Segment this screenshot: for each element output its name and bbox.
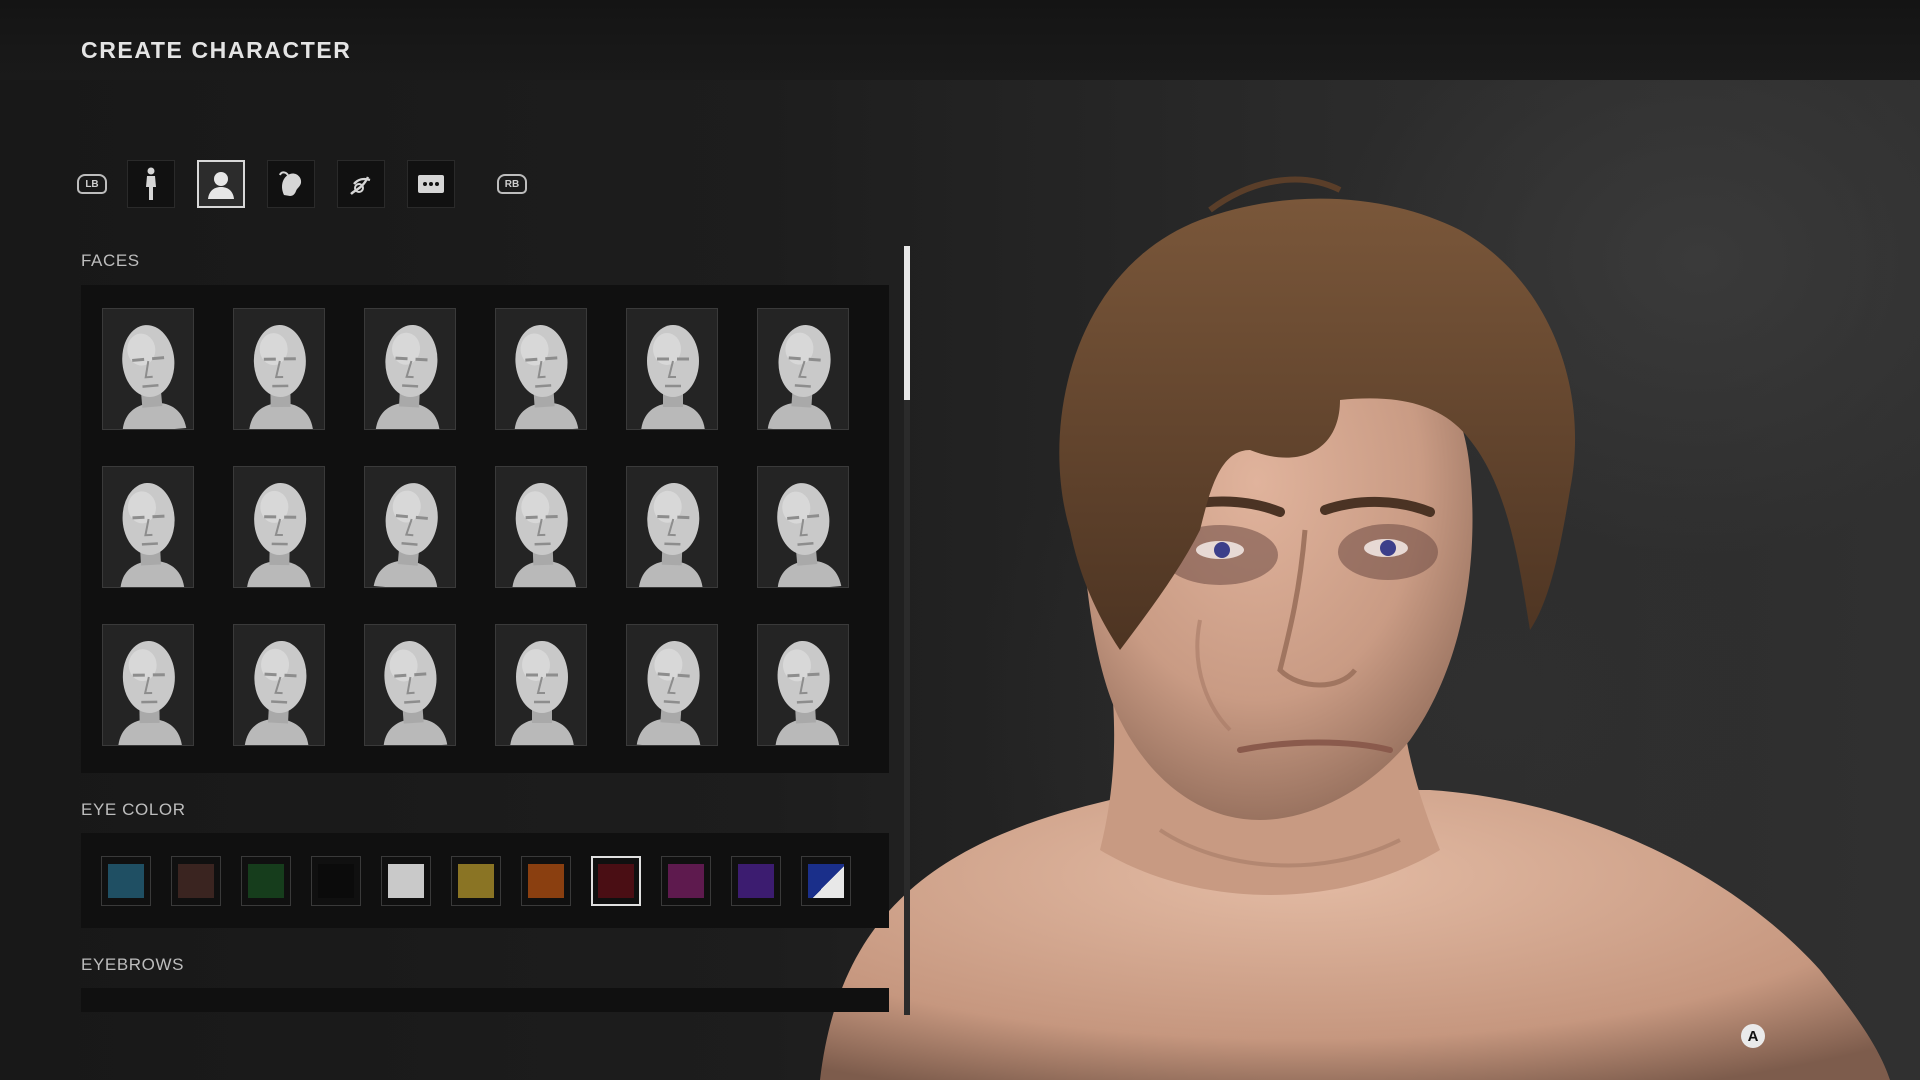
swatch-color — [738, 864, 774, 898]
lb-bumper-button[interactable]: LB — [77, 174, 107, 194]
face-grid — [102, 308, 849, 746]
category-tabs: LB RB — [77, 158, 527, 210]
faces-label: FACES — [81, 251, 140, 270]
face-preset-thumbnail — [234, 309, 324, 429]
more-icon — [418, 175, 444, 193]
face-preset-thumbnail — [103, 309, 193, 429]
face-preset[interactable] — [233, 308, 325, 430]
tab-body[interactable] — [127, 160, 175, 208]
face-preset[interactable] — [364, 624, 456, 746]
rb-bumper-button[interactable]: RB — [497, 174, 527, 194]
face-preset[interactable] — [495, 466, 587, 588]
face-preset[interactable] — [626, 466, 718, 588]
swatch-color — [388, 864, 424, 898]
face-preset-thumbnail — [103, 625, 193, 745]
face-preset[interactable] — [364, 308, 456, 430]
face-preset-thumbnail — [627, 467, 717, 587]
face-preset[interactable] — [102, 308, 194, 430]
face-preset[interactable] — [626, 308, 718, 430]
swatch-color — [318, 864, 354, 898]
face-preset-thumbnail — [496, 467, 586, 587]
face-preset[interactable] — [495, 308, 587, 430]
hair-icon — [279, 171, 302, 196]
tab-head[interactable] — [197, 160, 245, 208]
tab-more[interactable] — [407, 160, 455, 208]
character-preview — [820, 176, 1890, 1080]
scrollbar-thumb[interactable] — [904, 246, 910, 400]
eye-color-swatch[interactable] — [591, 856, 641, 906]
eye-color-swatch[interactable] — [171, 856, 221, 906]
face-preset[interactable] — [757, 466, 849, 588]
face-preset-thumbnail — [103, 467, 193, 587]
eye-color-swatch[interactable] — [451, 856, 501, 906]
face-preset-thumbnail — [234, 625, 324, 745]
tab-tattoos[interactable] — [337, 160, 385, 208]
face-preset[interactable] — [233, 624, 325, 746]
face-preset-thumbnail — [496, 309, 586, 429]
face-preset[interactable] — [757, 308, 849, 430]
eye-color-swatch[interactable] — [241, 856, 291, 906]
face-preset-thumbnail — [758, 309, 848, 429]
swatch-color — [598, 864, 634, 898]
swatch-color — [178, 864, 214, 898]
eyebrows-label: EYEBROWS — [81, 955, 185, 974]
a-button-prompt: A — [1741, 1024, 1765, 1048]
swatch-color — [248, 864, 284, 898]
face-preset[interactable] — [495, 624, 587, 746]
eye-color-swatch[interactable] — [801, 856, 851, 906]
eye-color-swatch[interactable] — [311, 856, 361, 906]
eye-color-swatch[interactable] — [521, 856, 571, 906]
faces-panel — [81, 285, 889, 773]
eyebrows-panel — [81, 988, 889, 1012]
face-preset[interactable] — [757, 624, 849, 746]
face-preset-thumbnail — [627, 309, 717, 429]
face-preset[interactable] — [102, 466, 194, 588]
swatch-color — [808, 864, 844, 898]
swatch-color — [458, 864, 494, 898]
face-preset-thumbnail — [496, 625, 586, 745]
eye-color-swatch[interactable] — [661, 856, 711, 906]
eye-color-swatch[interactable] — [731, 856, 781, 906]
face-preset[interactable] — [233, 466, 325, 588]
face-preset-thumbnail — [627, 625, 717, 745]
head-icon — [208, 172, 234, 199]
eye-color-swatch[interactable] — [381, 856, 431, 906]
swatch-color — [108, 864, 144, 898]
face-preset-thumbnail — [758, 467, 848, 587]
eye-color-panel — [81, 833, 889, 928]
body-icon — [146, 167, 156, 200]
face-preset-thumbnail — [234, 467, 324, 587]
face-preset-thumbnail — [365, 625, 455, 745]
tattoo-icon — [350, 176, 371, 195]
swatch-color — [528, 864, 564, 898]
eye-color-swatches — [101, 856, 851, 906]
face-preset[interactable] — [626, 624, 718, 746]
face-preset-thumbnail — [365, 467, 455, 587]
face-preset-thumbnail — [758, 625, 848, 745]
swatch-color — [668, 864, 704, 898]
page-title: CREATE CHARACTER — [81, 37, 352, 63]
tab-hair[interactable] — [267, 160, 315, 208]
face-preset[interactable] — [102, 624, 194, 746]
eye-color-swatch[interactable] — [101, 856, 151, 906]
face-preset-thumbnail — [365, 309, 455, 429]
face-preset[interactable] — [364, 466, 456, 588]
eye-color-label: EYE COLOR — [81, 800, 186, 819]
